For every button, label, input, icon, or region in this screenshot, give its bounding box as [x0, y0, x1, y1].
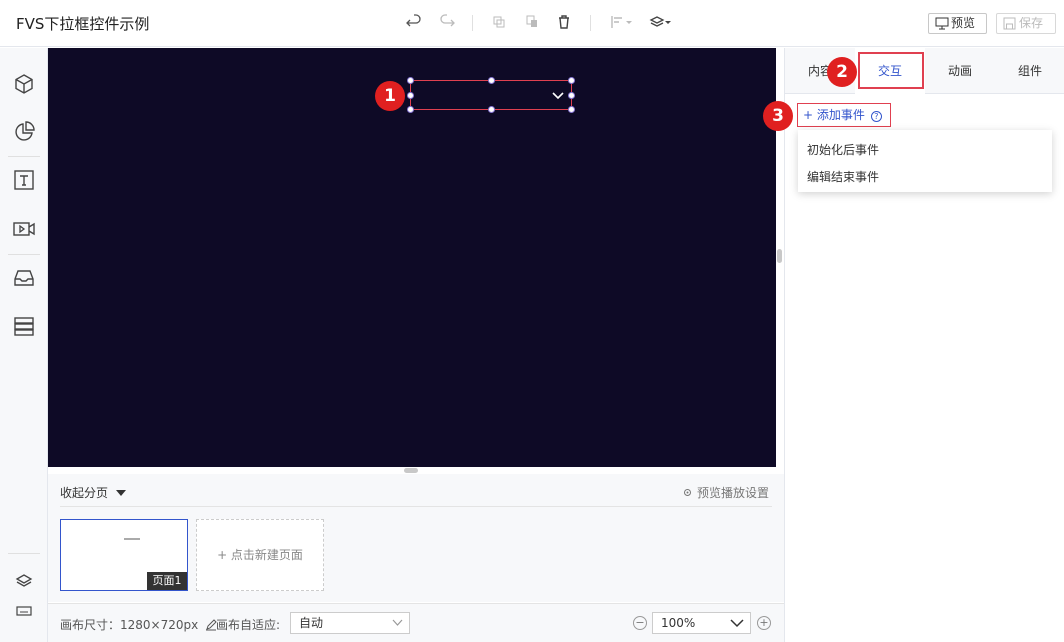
resize-handle[interactable]: [568, 106, 575, 113]
chevron-down-icon: [392, 619, 403, 626]
chevron-down-icon: [552, 92, 564, 100]
pie-chart-icon[interactable]: [12, 120, 36, 144]
vertical-scrollbar[interactable]: [777, 249, 782, 263]
monitor-icon: [935, 17, 949, 30]
callout-badge: 1: [375, 81, 405, 111]
dropdown-widget[interactable]: [407, 77, 575, 113]
resize-handle[interactable]: [407, 106, 414, 113]
resize-handle[interactable]: [407, 77, 414, 84]
save-icon: [1003, 17, 1016, 30]
caret-down-icon: [115, 490, 126, 496]
copy-icon[interactable]: [490, 14, 508, 32]
tab-highlight: [858, 52, 924, 89]
callout-badge: 3: [763, 101, 793, 131]
canvas-adapt-select[interactable]: 自动: [290, 612, 410, 634]
resize-handle[interactable]: [488, 106, 495, 113]
properties-tabs: 内容 交互 动画 组件 2: [785, 48, 1064, 94]
layer-dropdown-icon[interactable]: [649, 14, 675, 32]
app-title: FVS下拉框控件示例: [16, 15, 150, 33]
menu-item-init-event[interactable]: 初始化后事件: [807, 141, 879, 158]
event-dropdown-menu: 初始化后事件 编辑结束事件: [798, 130, 1052, 192]
left-sidebar: [0, 48, 48, 642]
page-tag: 页面1: [147, 572, 187, 590]
canvas-adapt-label: 画布自适应:: [216, 618, 281, 632]
collapse-pages-toggle[interactable]: 收起分页: [60, 484, 126, 501]
save-button[interactable]: 保存: [996, 13, 1056, 34]
resize-handle[interactable]: [568, 77, 575, 84]
horizontal-scrollbar[interactable]: [404, 468, 418, 473]
design-canvas[interactable]: 1: [48, 48, 776, 467]
canvas-size-label: 画布尺寸：1280×720px: [60, 616, 217, 633]
top-toolbar: FVS下拉框控件示例 预览 保存: [0, 0, 1064, 47]
menu-item-edit-end-event[interactable]: 编辑结束事件: [807, 168, 879, 185]
new-page-button[interactable]: + 点击新建页面: [196, 519, 324, 591]
resize-handle[interactable]: [568, 92, 575, 99]
resize-handle[interactable]: [407, 92, 414, 99]
tab-animation[interactable]: 动画: [925, 48, 995, 94]
server-icon[interactable]: [12, 314, 36, 338]
add-event-button[interactable]: + 添加事件?: [797, 103, 891, 127]
text-box-icon[interactable]: [12, 168, 36, 192]
preview-button[interactable]: 预览: [928, 13, 987, 34]
chevron-down-icon: [730, 619, 744, 628]
align-dropdown-icon[interactable]: [610, 14, 636, 32]
resize-handle[interactable]: [488, 77, 495, 84]
help-icon[interactable]: ?: [870, 111, 882, 122]
properties-panel: 内容 交互 动画 组件 2 3 + 添加事件? 初始化后事件 编辑结束事件: [763, 48, 1064, 642]
zoom-in-button[interactable]: +: [757, 616, 771, 630]
inbox-icon[interactable]: [12, 266, 36, 290]
zoom-out-button[interactable]: −: [633, 616, 647, 630]
layers-icon[interactable]: [15, 572, 33, 590]
undo-icon[interactable]: [405, 14, 423, 32]
keyboard-icon[interactable]: [15, 602, 33, 620]
page-thumbnail[interactable]: 页面1: [60, 519, 188, 591]
paste-icon[interactable]: [523, 14, 541, 32]
tab-component[interactable]: 组件: [995, 48, 1064, 94]
callout-badge: 2: [827, 57, 857, 87]
zoom-select[interactable]: 100%: [652, 612, 751, 634]
preview-playback-settings[interactable]: 预览播放设置: [682, 484, 769, 501]
cube-icon[interactable]: [12, 72, 36, 96]
canvas-footer: 画布尺寸：1280×720px 画布自适应: 自动 − 100% +: [48, 603, 784, 642]
video-icon[interactable]: [12, 217, 36, 241]
delete-icon[interactable]: [555, 14, 573, 32]
gear-icon: [684, 489, 692, 496]
redo-icon[interactable]: [438, 14, 456, 32]
pages-panel: 收起分页 预览播放设置 页面1 + 点击新建页面: [48, 474, 784, 602]
